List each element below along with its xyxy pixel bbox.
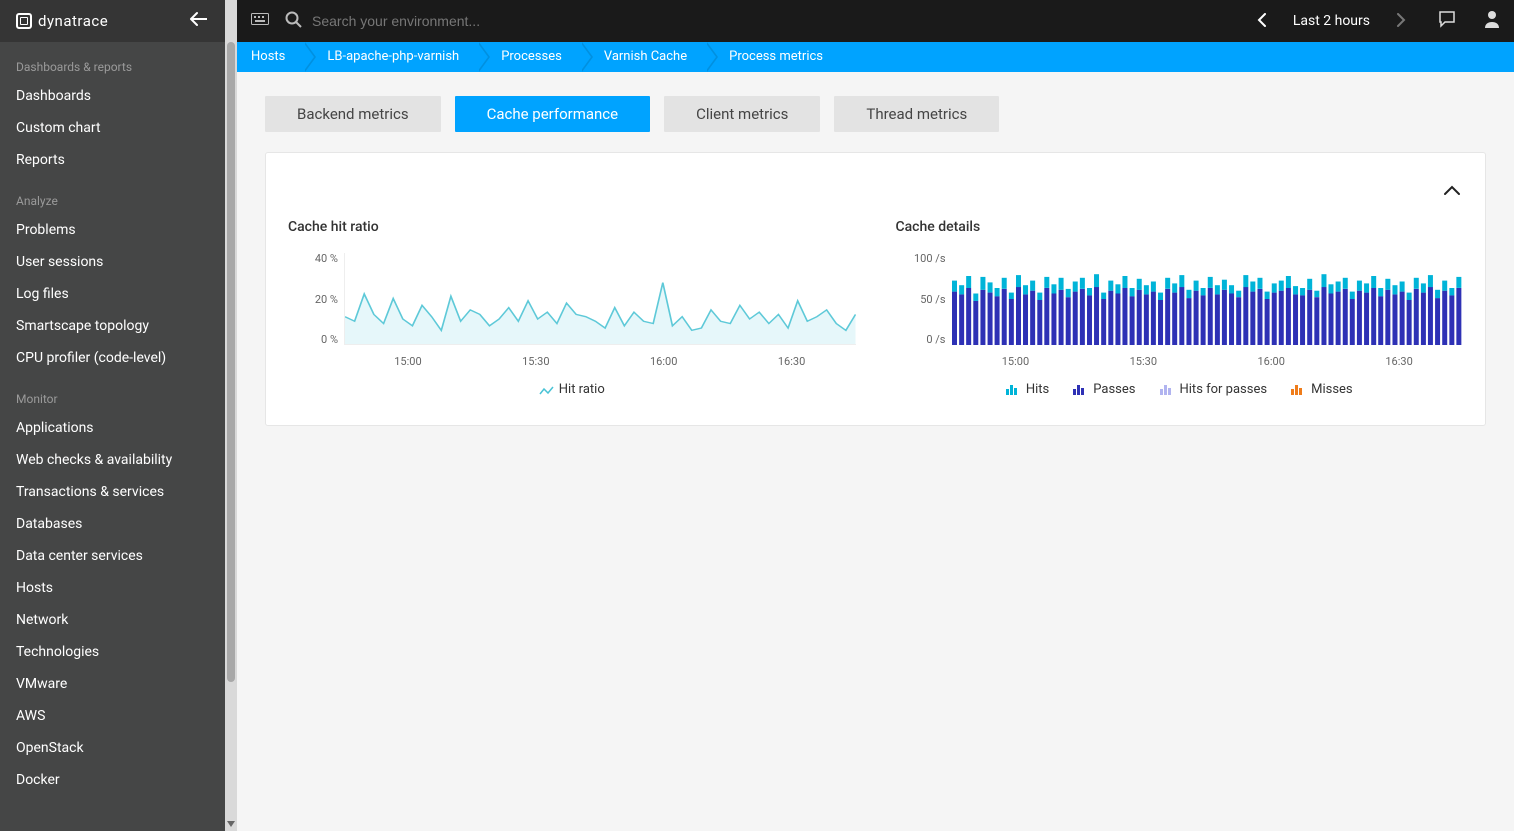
timeframe-prev-icon[interactable] (1253, 12, 1271, 31)
xtick: 15:30 (522, 355, 549, 368)
bar-plot[interactable] (952, 253, 1464, 345)
breadcrumb-item[interactable]: Hosts (237, 42, 303, 72)
legend-item: Passes (1073, 382, 1135, 397)
x-axis: 15:00 15:30 16:00 16:30 (952, 349, 1464, 368)
sidebar-section-label: Monitor (0, 374, 225, 412)
timeframe-next-icon[interactable] (1392, 12, 1410, 31)
sidebar-item-vmware[interactable]: VMware (0, 668, 225, 700)
sidebar-item-technologies[interactable]: Technologies (0, 636, 225, 668)
sidebar-item-web-checks-availability[interactable]: Web checks & availability (0, 444, 225, 476)
xtick: 15:00 (394, 355, 421, 368)
ytick: 50 /s (896, 294, 946, 305)
brand-name: dynatrace (38, 12, 108, 30)
legend-label: Passes (1093, 382, 1135, 397)
sidebar: dynatrace Dashboards & reportsDashboards… (0, 0, 225, 831)
xtick: 16:30 (1385, 355, 1412, 368)
sidebar-scrollbar[interactable] (225, 0, 237, 831)
xtick: 16:00 (1257, 355, 1284, 368)
keyboard-icon[interactable] (251, 12, 269, 31)
tabs: Backend metrics Cache performance Client m… (265, 96, 1486, 132)
sidebar-item-aws[interactable]: AWS (0, 700, 225, 732)
sidebar-item-user-sessions[interactable]: User sessions (0, 246, 225, 278)
bars-legend-icon (1291, 385, 1305, 395)
charts-panel: Cache hit ratio 40 % 20 % 0 % (265, 152, 1486, 426)
tab-cache-performance[interactable]: Cache performance (455, 96, 651, 132)
ytick: 0 /s (896, 334, 946, 345)
sidebar-item-log-files[interactable]: Log files (0, 278, 225, 310)
user-icon[interactable] (1484, 10, 1500, 32)
sidebar-item-dashboards[interactable]: Dashboards (0, 80, 225, 112)
collapse-chevron-icon[interactable] (1443, 177, 1461, 201)
topbar: Last 2 hours (237, 0, 1514, 42)
sidebar-header: dynatrace (0, 0, 225, 42)
breadcrumb-item[interactable]: LB-apache-php-varnish (303, 42, 477, 72)
content: Backend metrics Cache performance Client m… (237, 72, 1514, 450)
legend-label: Misses (1311, 382, 1353, 397)
sidebar-item-data-center-services[interactable]: Data center services (0, 540, 225, 572)
chart-cache-hit-ratio: Cache hit ratio 40 % 20 % 0 % (288, 219, 856, 397)
sidebar-item-cpu-profiler-code-level-[interactable]: CPU profiler (code-level) (0, 342, 225, 374)
y-axis: 40 % 20 % 0 % (288, 253, 344, 345)
sidebar-section-label: Dashboards & reports (0, 42, 225, 80)
line-legend-icon (539, 385, 553, 395)
sidebar-item-databases[interactable]: Databases (0, 508, 225, 540)
chart-title: Cache details (896, 219, 1464, 235)
search-input[interactable] (312, 13, 712, 29)
legend-item: Hits (1006, 382, 1049, 397)
search-wrap (285, 11, 1253, 32)
search-icon[interactable] (285, 11, 302, 32)
y-axis: 100 /s 50 /s 0 /s (896, 253, 952, 345)
xtick: 15:00 (1002, 355, 1029, 368)
sidebar-item-applications[interactable]: Applications (0, 412, 225, 444)
line-plot[interactable] (344, 253, 856, 345)
xtick: 16:00 (650, 355, 677, 368)
chart-title: Cache hit ratio (288, 219, 856, 235)
bars-legend-icon (1160, 385, 1174, 395)
timeframe-label[interactable]: Last 2 hours (1293, 13, 1370, 29)
sidebar-item-transactions-services[interactable]: Transactions & services (0, 476, 225, 508)
brand-logo[interactable]: dynatrace (16, 12, 187, 30)
xtick: 16:30 (778, 355, 805, 368)
sidebar-item-hosts[interactable]: Hosts (0, 572, 225, 604)
main-area: Last 2 hours HostsLB-apache-php-varnishP… (237, 0, 1514, 831)
breadcrumb-item[interactable]: Varnish Cache (580, 42, 705, 72)
chat-icon[interactable] (1438, 10, 1456, 32)
legend: Hit ratio (288, 382, 856, 397)
legend-label: Hits (1026, 382, 1049, 397)
breadcrumb-item[interactable]: Process metrics (705, 42, 841, 72)
ytick: 100 /s (896, 253, 946, 264)
x-axis: 15:00 15:30 16:00 16:30 (344, 349, 856, 368)
legend: Hits Passes Hits for passes Misses (896, 382, 1464, 397)
bars-legend-icon (1073, 385, 1087, 395)
legend-label: Hit ratio (559, 382, 605, 397)
sidebar-item-smartscape-topology[interactable]: Smartscape topology (0, 310, 225, 342)
sidebar-item-custom-chart[interactable]: Custom chart (0, 112, 225, 144)
chart-cache-details: Cache details 100 /s 50 /s 0 /s (896, 219, 1464, 397)
legend-label: Hits for passes (1180, 382, 1268, 397)
scrollbar-thumb[interactable] (227, 42, 235, 682)
legend-item: Hit ratio (539, 382, 605, 397)
back-arrow-icon[interactable] (187, 7, 209, 36)
ytick: 40 % (288, 253, 338, 264)
tab-backend-metrics[interactable]: Backend metrics (265, 96, 441, 132)
sidebar-item-problems[interactable]: Problems (0, 214, 225, 246)
sidebar-section-label: Analyze (0, 176, 225, 214)
sidebar-item-network[interactable]: Network (0, 604, 225, 636)
breadcrumb: HostsLB-apache-php-varnishProcessesVarni… (237, 42, 1514, 72)
logo-icon (16, 13, 32, 29)
xtick: 15:30 (1130, 355, 1157, 368)
sidebar-item-reports[interactable]: Reports (0, 144, 225, 176)
sidebar-item-docker[interactable]: Docker (0, 764, 225, 796)
legend-item: Misses (1291, 382, 1353, 397)
tab-client-metrics[interactable]: Client metrics (664, 96, 820, 132)
bars-legend-icon (1006, 385, 1020, 395)
timeframe-picker: Last 2 hours (1253, 10, 1500, 32)
ytick: 0 % (288, 334, 338, 345)
scroll-down-icon[interactable] (227, 821, 235, 827)
breadcrumb-item[interactable]: Processes (477, 42, 580, 72)
legend-item: Hits for passes (1160, 382, 1268, 397)
tab-thread-metrics[interactable]: Thread metrics (834, 96, 999, 132)
sidebar-item-openstack[interactable]: OpenStack (0, 732, 225, 764)
ytick: 20 % (288, 294, 338, 305)
